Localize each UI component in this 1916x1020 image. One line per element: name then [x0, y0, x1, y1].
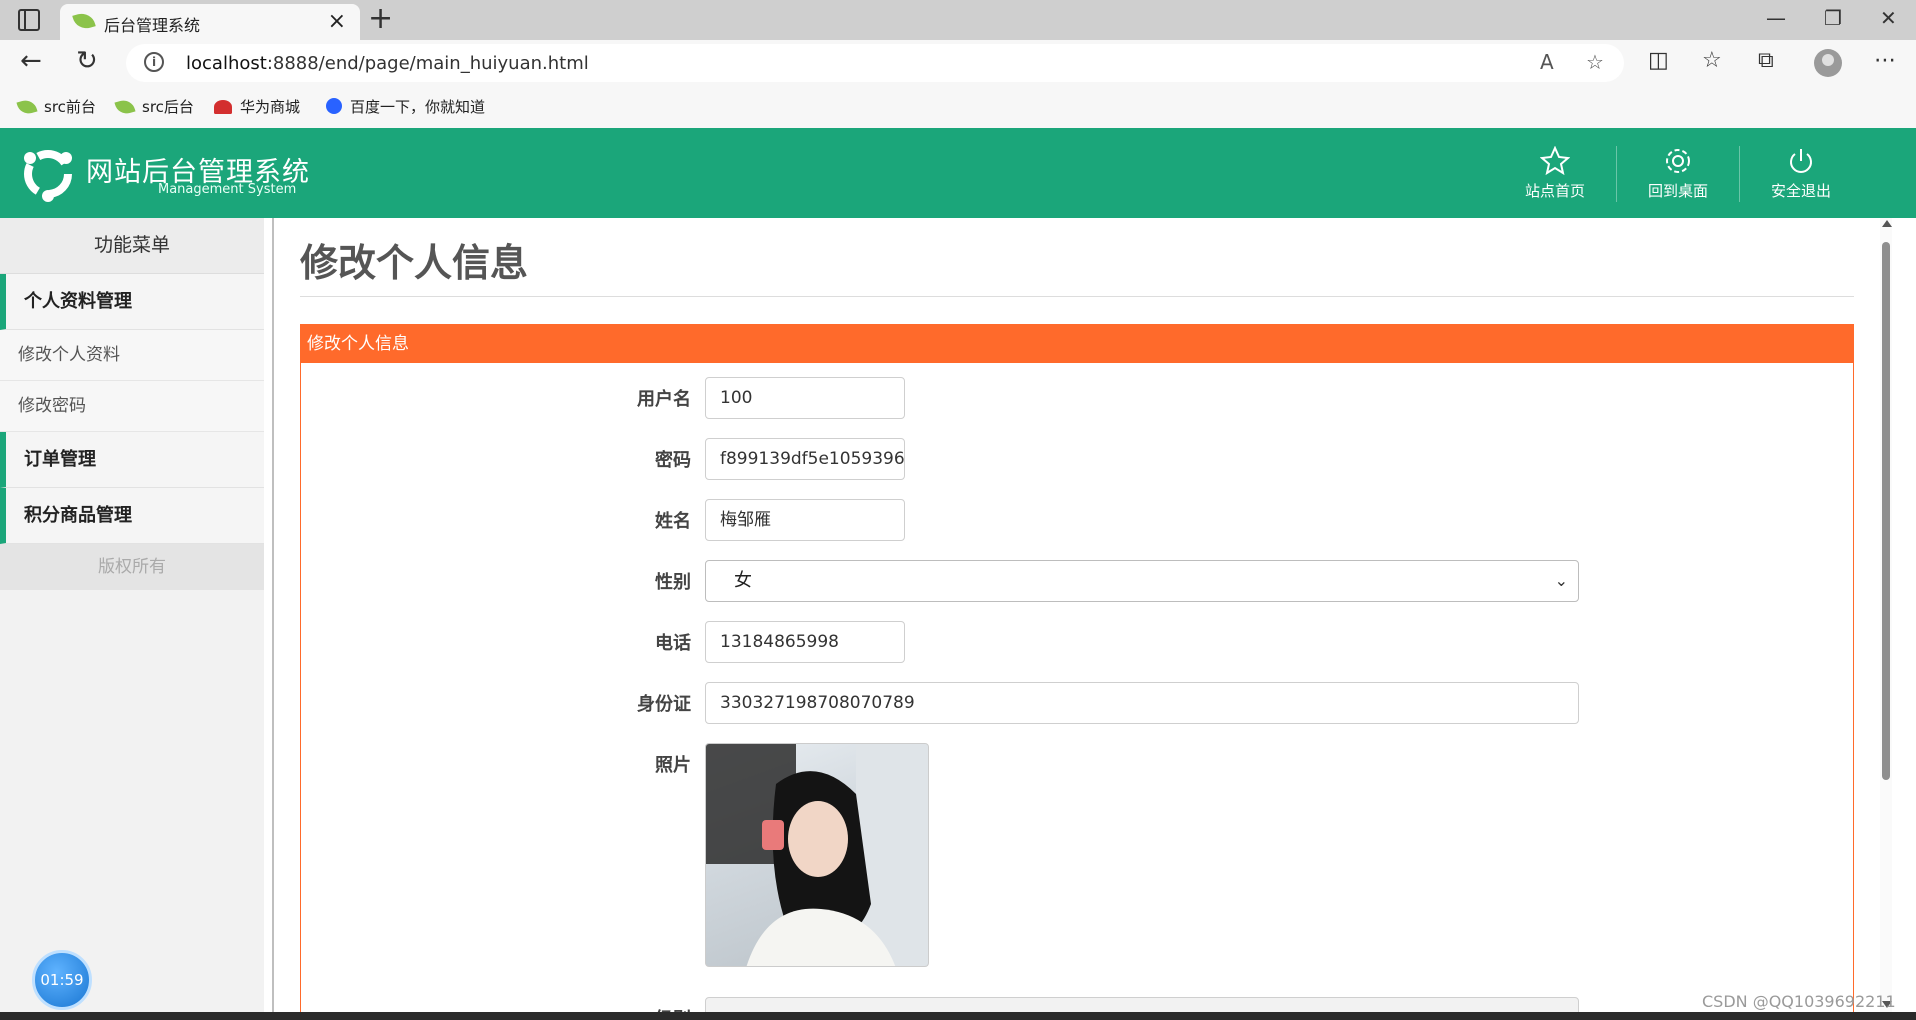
watermark-text: CSDN @QQ1039692211 [1702, 992, 1896, 1011]
browser-tab-bar: 后台管理系统 × + — ❐ ✕ [0, 0, 1916, 40]
browser-tab[interactable]: 后台管理系统 × [60, 4, 360, 40]
gender-select[interactable]: 女 ⌄ [705, 560, 1579, 602]
app-subtitle: Management System [158, 182, 297, 197]
favorites-icon[interactable]: ☆ [1702, 48, 1722, 73]
phone-label: 电话 [655, 633, 691, 654]
profile-photo[interactable] [705, 743, 929, 967]
scroll-up-icon[interactable] [1882, 220, 1892, 227]
read-aloud-icon[interactable]: A [1540, 50, 1554, 74]
bookmark-baidu[interactable]: 百度一下，你就知道 [326, 96, 485, 117]
leaf-icon [114, 97, 136, 117]
sidebar-item-edit-profile[interactable]: 修改个人资料 [0, 330, 264, 381]
sidebar-group-points-products[interactable]: 积分商品管理 [0, 488, 264, 544]
gear-icon [1666, 149, 1690, 173]
sidebar: 功能菜单 个人资料管理 修改个人资料 修改密码 订单管理 积分商品管理 版权所有 [0, 218, 264, 1012]
profile-form-panel: 修改个人信息 用户名 100 密码 f899139df5e10593964 姓名… [300, 324, 1854, 1012]
back-to-desktop-button[interactable]: 回到桌面 [1617, 128, 1739, 218]
id-card-input[interactable]: 330327198708070789 [705, 682, 1579, 724]
title-divider [300, 296, 1854, 297]
leaf-icon [16, 97, 38, 117]
logo-icon [24, 150, 72, 202]
sidebar-item-change-password[interactable]: 修改密码 [0, 381, 264, 432]
name-input[interactable]: 梅邹雁 [705, 499, 905, 541]
back-icon[interactable]: ← [20, 46, 42, 76]
timer-badge[interactable]: 01:59 [32, 950, 92, 1010]
sidebar-group-profile[interactable]: 个人资料管理 [0, 274, 264, 330]
leaf-icon [72, 10, 96, 32]
collections-icon[interactable]: ⧉ [1758, 48, 1774, 73]
site-info-icon[interactable]: i [144, 52, 164, 72]
gender-label: 性别 [655, 572, 691, 593]
site-home-button[interactable]: 站点首页 [1494, 128, 1616, 218]
logout-button[interactable]: 安全退出 [1740, 128, 1862, 218]
id-card-label: 身份证 [637, 694, 691, 715]
baidu-icon [326, 98, 342, 114]
panel-title: 修改个人信息 [301, 325, 1853, 363]
bookmarks-bar: src前台 src后台 华为商城 百度一下，你就知道 [0, 86, 1916, 128]
add-favorite-icon[interactable]: ☆ [1586, 50, 1604, 74]
url-text: localhost:8888/end/page/main_huiyuan.htm… [186, 53, 589, 74]
minimize-button[interactable]: — [1766, 6, 1786, 30]
page-title: 修改个人信息 [300, 241, 529, 285]
split-screen-icon[interactable]: ◫ [1648, 48, 1669, 73]
restore-button[interactable]: ❐ [1824, 6, 1842, 30]
profile-avatar[interactable] [1814, 49, 1842, 77]
main-content: 修改个人信息 修改个人信息 用户名 100 密码 f899139df5e1059… [274, 218, 1886, 1012]
bookmark-src-front[interactable]: src前台 [16, 96, 96, 117]
tab-actions-icon[interactable] [18, 9, 40, 31]
password-input[interactable]: f899139df5e10593964 [705, 438, 905, 480]
portrait-image [706, 744, 928, 966]
password-label: 密码 [655, 450, 691, 471]
more-menu-icon[interactable]: ⋯ [1874, 48, 1896, 73]
star-icon [1540, 146, 1570, 176]
scrollbar-thumb[interactable] [1882, 242, 1890, 780]
url-field[interactable]: i localhost:8888/end/page/main_huiyuan.h… [126, 44, 1624, 82]
phone-input[interactable]: 13184865998 [705, 621, 905, 663]
username-input[interactable]: 100 [705, 377, 905, 419]
window-bottom-edge [0, 1012, 1916, 1020]
tab-close-icon[interactable]: × [328, 9, 346, 34]
app-header: 网站后台管理系统 Management System 站点首页 回到桌面 安全退… [0, 128, 1916, 218]
huawei-icon [214, 100, 232, 114]
chevron-down-icon: ⌄ [1554, 571, 1568, 590]
name-label: 姓名 [655, 511, 691, 532]
tab-title: 后台管理系统 [104, 16, 201, 35]
photo-label: 照片 [655, 755, 691, 776]
close-window-button[interactable]: ✕ [1880, 6, 1897, 30]
username-label: 用户名 [637, 389, 691, 410]
power-icon [1790, 149, 1812, 173]
sidebar-group-orders[interactable]: 订单管理 [0, 432, 264, 488]
level-label: 级别 [601, 1005, 691, 1012]
bookmark-src-back[interactable]: src后台 [114, 96, 194, 117]
vertical-scrollbar[interactable] [1880, 218, 1892, 1012]
level-input[interactable] [705, 997, 1579, 1012]
sidebar-copyright: 版权所有 [0, 544, 264, 590]
sidebar-title: 功能菜单 [0, 218, 264, 274]
bookmark-huawei[interactable]: 华为商城 [214, 96, 300, 117]
address-toolbar: ← ↻ i localhost:8888/end/page/main_huiyu… [0, 40, 1916, 86]
new-tab-button[interactable]: + [368, 2, 393, 36]
reload-icon[interactable]: ↻ [76, 46, 98, 76]
gender-selected-value: 女 [734, 570, 752, 591]
